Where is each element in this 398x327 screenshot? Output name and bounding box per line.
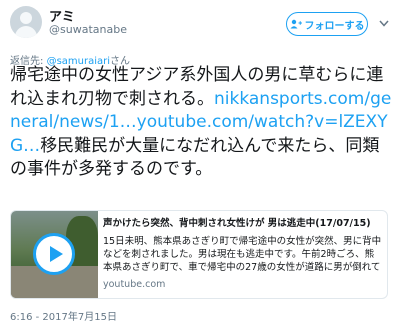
tweet-header: アミ @suwatanabe フォローする bbox=[0, 0, 398, 44]
card-title[interactable]: 声かけたら突然、背中刺され女性けが 男は逃走中(17/07/15) bbox=[103, 215, 383, 229]
chevron-down-icon[interactable] bbox=[377, 16, 391, 30]
card-description: 15日未明、熊本県あさぎり町で帰宅途中の女性が突然、男に背中などを刺されました。… bbox=[103, 236, 382, 273]
tweet-text: 帰宅途中の女性アジア系外国人の男に草むらに連れ込まれ刃物で刺される。nikkan… bbox=[10, 64, 395, 182]
card-domain: youtube.com bbox=[103, 279, 166, 290]
follow-button[interactable]: フォローする bbox=[286, 12, 368, 36]
add-user-icon bbox=[290, 19, 302, 29]
play-triangle bbox=[49, 246, 63, 262]
link-preview-card[interactable]: 声かけたら突然、背中刺され女性けが 男は逃走中(17/07/15) 15日未明、… bbox=[10, 210, 388, 299]
tweet-timestamp[interactable]: 6:16 - 2017年7月15日 bbox=[10, 308, 117, 323]
user-handle[interactable]: @suwatanabe bbox=[49, 23, 127, 36]
video-thumbnail[interactable] bbox=[11, 211, 98, 298]
card-body: 声かけたら突然、背中刺され女性けが 男は逃走中(17/07/15) 15日未明、… bbox=[103, 215, 383, 290]
play-icon[interactable] bbox=[33, 233, 75, 275]
avatar[interactable] bbox=[10, 6, 42, 38]
avatar-body-shape bbox=[15, 26, 37, 38]
tweet-text-part-2: 移民難民が大量になだれ込んで来たら、同類の事件が多発するのです。 bbox=[10, 135, 380, 180]
avatar-head-shape bbox=[20, 12, 32, 24]
follow-button-label: フォローする bbox=[304, 20, 365, 32]
